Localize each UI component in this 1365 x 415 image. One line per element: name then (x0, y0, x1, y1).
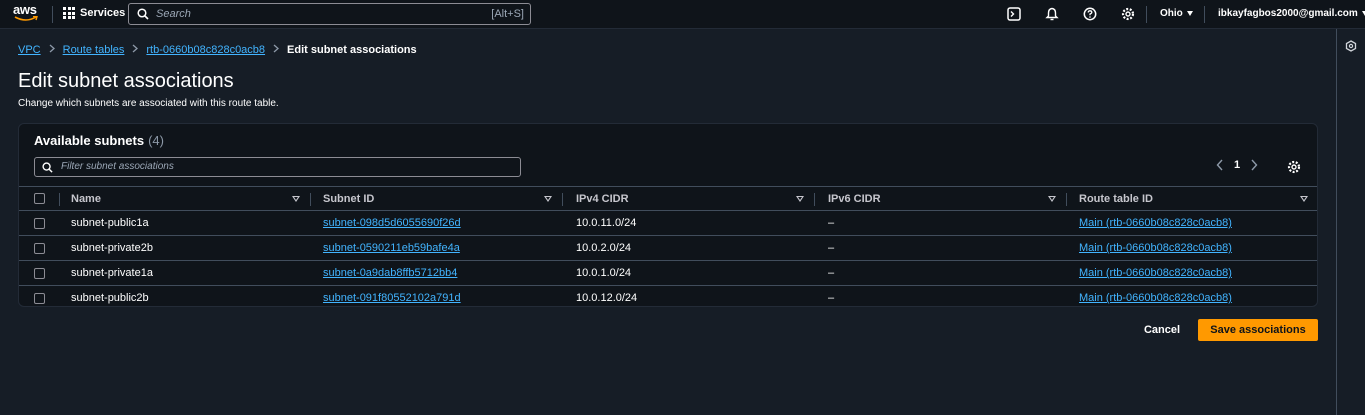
sort-icon[interactable] (292, 196, 300, 202)
search-input[interactable]: Search [Alt+S] (128, 3, 531, 25)
search-shortcut: [Alt+S] (491, 8, 524, 20)
column-separator (59, 193, 60, 206)
right-rail (1336, 29, 1365, 415)
chevron-right-icon[interactable] (1250, 159, 1258, 171)
sort-icon[interactable] (1300, 196, 1308, 202)
gear-icon[interactable] (1121, 7, 1135, 21)
sort-icon[interactable] (544, 196, 552, 202)
row-checkbox[interactable] (34, 242, 45, 254)
grid-icon (63, 7, 75, 19)
sort-icon[interactable] (796, 196, 804, 202)
ipv6-cidr: – (828, 242, 835, 254)
services-menu-button[interactable]: Services (63, 7, 125, 19)
subnet-id-link[interactable]: subnet-091f80552102a791d (323, 286, 461, 306)
table-row[interactable]: subnet-private2b subnet-0590211eb59bafe4… (19, 235, 1317, 260)
column-separator (310, 193, 311, 206)
cancel-button[interactable]: Cancel (1142, 319, 1182, 341)
filter-placeholder: Filter subnet associations (61, 161, 174, 172)
row-checkbox[interactable] (34, 292, 45, 304)
column-separator (562, 193, 563, 206)
subnet-id-link[interactable]: subnet-0a9dab8ffb5712bb4 (323, 261, 457, 285)
column-header-subnet-id[interactable]: Subnet ID (323, 187, 374, 210)
route-table-link[interactable]: Main (rtb-0660b08c828c0acb8) (1079, 236, 1232, 260)
nav-divider (1204, 6, 1205, 23)
ipv6-cidr: – (828, 217, 835, 229)
table-row[interactable]: subnet-public2b subnet-091f80552102a791d… (19, 285, 1317, 306)
panel-title-label: Available subnets (34, 133, 145, 148)
sort-icon[interactable] (1048, 196, 1056, 202)
column-separator (1066, 193, 1067, 206)
save-associations-button[interactable]: Save associations (1198, 319, 1318, 341)
aws-logo[interactable]: aws (13, 3, 39, 25)
services-label: Services (80, 7, 126, 19)
caret-down-icon (1186, 11, 1193, 16)
smile-icon (14, 16, 38, 21)
column-header-ipv6-cidr[interactable]: IPv6 CIDR (828, 187, 881, 210)
available-subnets-panel: Available subnets (4) Filter subnet assoc… (18, 123, 1318, 307)
subnet-name: subnet-private2b (71, 242, 153, 254)
row-checkbox[interactable] (34, 267, 45, 279)
bell-icon[interactable] (1045, 7, 1059, 21)
table-header-row: Name Subnet ID IPv4 CIDR IPv6 CIDR Route… (19, 186, 1317, 210)
search-placeholder: Search (156, 8, 191, 20)
breadcrumb-current: Edit subnet associations (287, 44, 417, 56)
page-description: Change which subnets are associated with… (18, 98, 279, 109)
breadcrumb-route-tables-link[interactable]: Route tables (63, 44, 125, 56)
region-selector[interactable]: Ohio (1160, 8, 1193, 19)
page-title: Edit subnet associations (18, 70, 234, 92)
breadcrumb-route-table-link[interactable]: rtb-0660b08c828c0acb8 (146, 44, 265, 56)
chevron-left-icon[interactable] (1216, 159, 1224, 171)
table-row[interactable]: subnet-private1a subnet-0a9dab8ffb5712bb… (19, 260, 1317, 285)
search-icon (42, 162, 53, 173)
column-header-route-table-id[interactable]: Route table ID (1079, 187, 1153, 210)
top-navigation: aws Services Search [Alt+S] Ohio ibkayfa… (0, 0, 1365, 29)
subnet-id-link[interactable]: subnet-098d5d6055690f26d (323, 211, 461, 235)
filter-input[interactable]: Filter subnet associations (34, 157, 521, 177)
route-table-link[interactable]: Main (rtb-0660b08c828c0acb8) (1079, 261, 1232, 285)
ipv4-cidr: 10.0.11.0/24 (576, 217, 637, 229)
subnet-name: subnet-private1a (71, 267, 153, 279)
column-header-name[interactable]: Name (71, 187, 101, 210)
ipv6-cidr: – (828, 267, 835, 279)
cloudshell-icon[interactable] (1007, 7, 1021, 21)
nav-divider (1146, 6, 1147, 23)
panel-title: Available subnets (4) (34, 133, 164, 148)
subnets-table: Name Subnet ID IPv4 CIDR IPv6 CIDR Route… (19, 186, 1317, 306)
column-separator (814, 193, 815, 206)
ipv4-cidr: 10.0.1.0/24 (576, 267, 632, 279)
help-icon[interactable] (1083, 7, 1097, 21)
column-header-ipv4-cidr[interactable]: IPv4 CIDR (576, 187, 629, 210)
ipv6-cidr: – (828, 292, 835, 304)
search-icon (137, 8, 149, 20)
route-table-link[interactable]: Main (rtb-0660b08c828c0acb8) (1079, 286, 1232, 306)
route-table-link[interactable]: Main (rtb-0660b08c828c0acb8) (1079, 211, 1232, 235)
account-menu[interactable]: ibkayfagbos2000@gmail.com (1218, 8, 1365, 19)
chevron-right-icon (273, 44, 280, 56)
row-checkbox[interactable] (34, 217, 45, 229)
pagination: 1 (1216, 159, 1258, 171)
panel-count: (4) (148, 133, 164, 148)
chevron-right-icon (49, 44, 55, 56)
chevron-right-icon (132, 44, 139, 56)
current-page[interactable]: 1 (1234, 159, 1240, 171)
breadcrumb: VPC Route tables rtb-0660b08c828c0acb8 E… (18, 44, 417, 56)
breadcrumb-vpc-link[interactable]: VPC (18, 44, 41, 56)
table-settings-gear-icon[interactable] (1287, 160, 1301, 174)
table-row[interactable]: subnet-public1a subnet-098d5d6055690f26d… (19, 210, 1317, 235)
subnet-id-link[interactable]: subnet-0590211eb59bafe4a (323, 236, 460, 260)
ipv4-cidr: 10.0.2.0/24 (576, 242, 632, 254)
ipv4-cidr: 10.0.12.0/24 (576, 292, 638, 304)
subnet-name: subnet-public1a (71, 217, 149, 229)
account-label: ibkayfagbos2000@gmail.com (1218, 8, 1358, 19)
region-label: Ohio (1160, 8, 1183, 19)
select-all-checkbox[interactable] (34, 193, 45, 204)
aws-logo-text: aws (13, 2, 37, 17)
nav-divider (52, 6, 53, 23)
panel-icon[interactable] (1345, 40, 1357, 52)
subnet-name: subnet-public2b (71, 292, 149, 304)
